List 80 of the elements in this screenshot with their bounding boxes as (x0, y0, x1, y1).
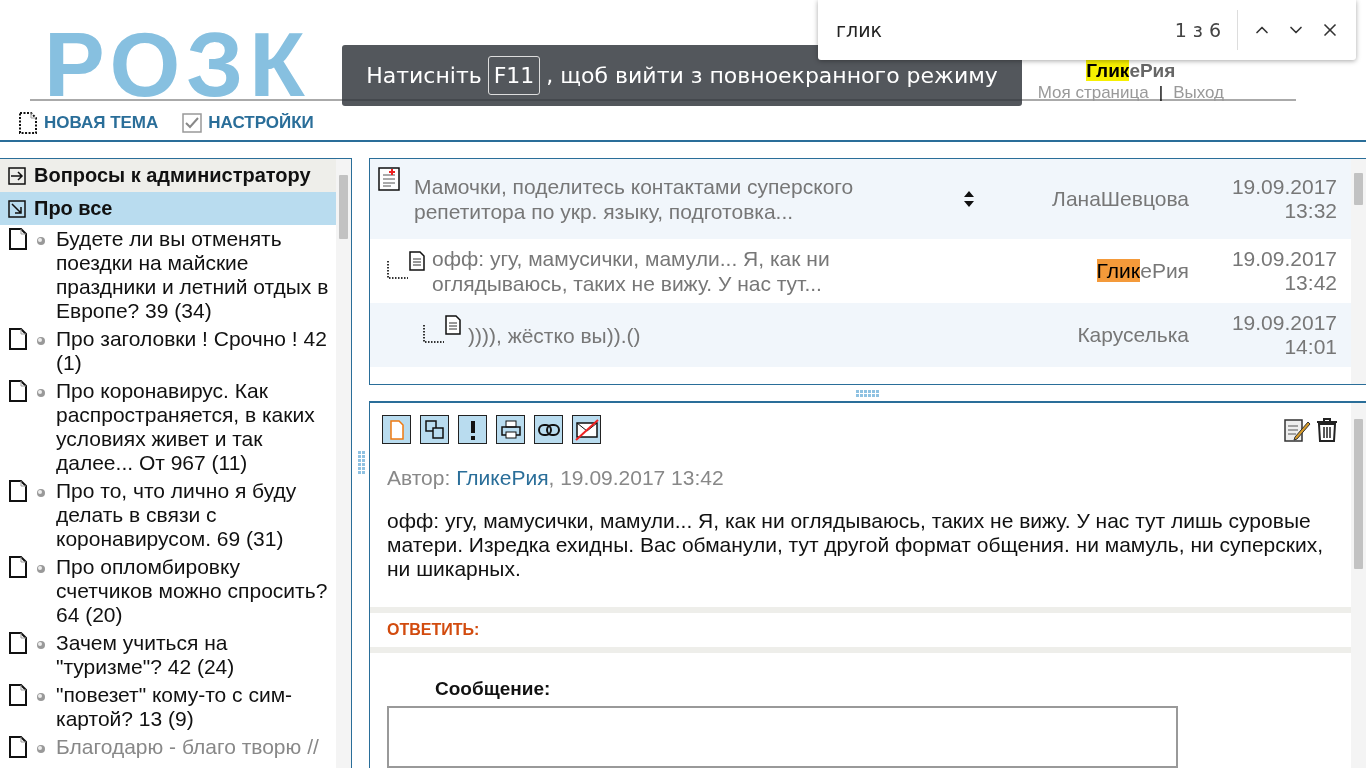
exclamation-button[interactable] (458, 415, 487, 444)
topic-link[interactable]: "повезет" кому-то с сим-картой? 13 (9) (56, 683, 332, 731)
name-part: Глик (1086, 60, 1130, 81)
logout-link[interactable]: Выход (1173, 83, 1224, 102)
bullet-icon (36, 236, 46, 246)
page-icon (8, 227, 28, 251)
thread-title[interactable]: )))), жёстко вы)).() (468, 322, 949, 348)
scrollbar[interactable] (1351, 403, 1366, 768)
topic-link[interactable]: Про заголовки ! Срочно ! 42 (1) (56, 327, 332, 375)
key-label: F11 (487, 56, 541, 95)
topic-link[interactable]: Про коронавирус. Как распространяется, в каких условиях живет и так далее... От 967 (11) (56, 379, 332, 475)
page-icon (8, 479, 28, 503)
page-icon (8, 327, 28, 351)
forum-section[interactable]: Про все (0, 192, 336, 225)
name-part: еРия (1140, 259, 1189, 282)
grip-icon[interactable] (356, 450, 365, 476)
windows-button[interactable] (420, 415, 449, 444)
name-part: Глик (1096, 259, 1141, 282)
document-icon (408, 251, 426, 271)
grip-icon[interactable] (854, 389, 881, 397)
page-icon (18, 111, 38, 135)
page-icon (8, 631, 28, 655)
bullet-icon (36, 388, 46, 398)
forum-section[interactable]: Вопросы к администратору (0, 159, 336, 192)
page-icon (8, 683, 28, 707)
reply-heading[interactable]: ОТВЕТИТЬ: (370, 607, 1351, 653)
thread-date: 19.09.2017 13:42 (1230, 247, 1337, 295)
scrollbar[interactable] (1351, 159, 1366, 384)
message-text: офф: угу, мамусички, мамули... Я, как ни оглядываюсь, таких не вижу. У нас тут лишь суровые матери. Изредка ехидны. Вас обманули, тут другой формат общения. ни мамуль, ни суперских, ни шикарных. (386, 508, 1325, 581)
thread-title[interactable]: Мамочки, поделитесь контактами суперского репетитора по укр. языку, подготовка... (414, 174, 949, 224)
name-part: Каруселька (1077, 323, 1189, 346)
bullet-icon (36, 640, 46, 650)
page-icon (8, 379, 28, 403)
windows-icon (423, 418, 446, 441)
author-link[interactable]: ГликеРия (456, 466, 549, 489)
page-icon (8, 555, 28, 579)
settings-link[interactable]: НАСТРОЙКИ (182, 111, 314, 135)
topic-link[interactable]: Будете ли вы отменять поездки на майские праздники и летний отдых в Европе? 39 (34) (56, 227, 332, 323)
bullet-icon (36, 336, 46, 346)
separator-text: | (1158, 83, 1164, 102)
page-icon (8, 735, 28, 759)
link-button[interactable] (534, 415, 563, 444)
topic-link[interactable]: Про то, что лично я буду делать в связи с коронавирусом. 69 (31) (56, 479, 332, 551)
notice-text: , щоб вийти з повноекранного режиму (546, 63, 998, 88)
name-part: еРия (1129, 60, 1176, 81)
checkbox-icon (182, 113, 203, 133)
bullet-icon (36, 744, 46, 754)
topic-icon (378, 167, 400, 191)
topic-link[interactable]: Зачем учиться на "туризме"? 42 (24) (56, 631, 332, 679)
new-topic-link[interactable]: НОВАЯ ТЕМА (18, 111, 159, 135)
topic-link[interactable]: Благодарю - благо творю // (56, 735, 332, 759)
tree-line-icon (422, 325, 444, 345)
thread-date: 19.09.2017 13:32 (1230, 175, 1337, 223)
message-label: Сообщение: (434, 677, 552, 701)
match-count: 1 з 6 (1174, 10, 1238, 50)
link-icon (537, 422, 560, 437)
exclamation-icon (468, 418, 477, 441)
print-icon (499, 418, 522, 441)
thread-title[interactable]: офф: угу, мамусички, мамули... Я, как ни оглядываюсь, таких не вижу. У нас тут... (432, 246, 949, 296)
document-icon (444, 315, 462, 335)
sort-icon[interactable] (963, 190, 975, 208)
trash-icon[interactable] (1315, 416, 1339, 443)
mail-crossed-button[interactable] (572, 415, 601, 444)
edit-icon[interactable] (1283, 416, 1311, 443)
message-field[interactable] (387, 706, 1178, 768)
name-part: ЛанаШевцова (1052, 187, 1189, 210)
thread-date: 19.09.2017 14:01 (1230, 311, 1337, 359)
bullet-icon (36, 564, 46, 574)
bullet-icon (36, 692, 46, 702)
new-page-button[interactable] (382, 415, 411, 444)
mail-crossed-icon (574, 418, 599, 441)
author-line: Автор: ГликеРия, 19.09.2017 13:42 (386, 465, 725, 490)
bullet-icon (36, 488, 46, 498)
scrollbar[interactable] (336, 159, 351, 768)
print-button[interactable] (496, 415, 525, 444)
find-field[interactable]: глик (834, 18, 1175, 42)
tree-line-icon (386, 261, 408, 281)
topic-link[interactable]: Про опломбировку счетчиков можно спросить? 64 (20) (56, 555, 332, 627)
profile-link[interactable]: Моя страница (1037, 83, 1149, 102)
notice-text: Натисніть (366, 63, 482, 88)
